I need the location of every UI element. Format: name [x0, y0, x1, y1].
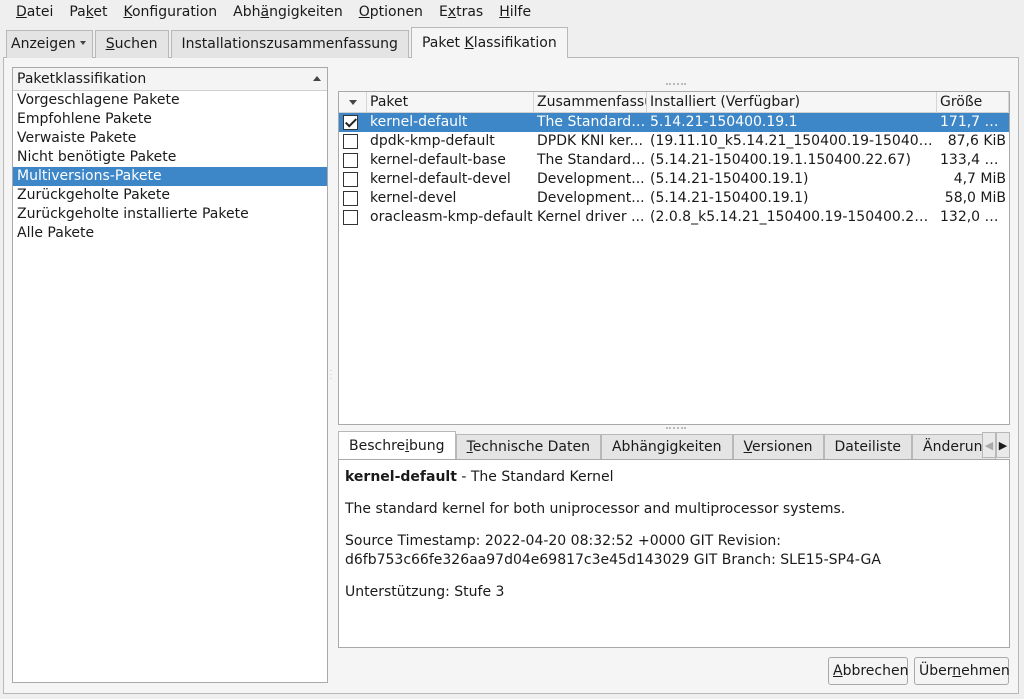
- classification-header[interactable]: Paketklassifikation: [13, 68, 327, 91]
- column-header-groesse[interactable]: Größe: [937, 92, 1009, 113]
- menu-datei[interactable]: Datei: [8, 0, 61, 24]
- cancel-button[interactable]: Abbrechen: [828, 657, 908, 685]
- detail-support: Unterstützung: Stufe 3: [345, 584, 505, 600]
- package-size: 171,7 MiB: [940, 114, 1009, 130]
- detail-source-line2: d6fb753c66fe326aa97d04e69817c3e45d143029…: [345, 552, 881, 568]
- package-table[interactable]: Paket Zusammenfassu Installiert (Verfügb…: [338, 91, 1010, 425]
- sort-descending-icon: [349, 99, 357, 105]
- package-size: 87,6 KiB: [947, 133, 1006, 149]
- detail-package-name: kernel-default: [345, 469, 457, 485]
- package-summary: DPDK KNI ker...: [537, 133, 643, 149]
- package-version: (5.14.21-150400.19.1): [650, 190, 809, 206]
- package-size: 133,4 MiB: [940, 152, 1009, 168]
- package-name: kernel-default-base: [370, 152, 506, 168]
- menu-abhaengigkeiten[interactable]: Abhängigkeiten: [225, 0, 351, 24]
- detail-tab-bar: Beschreibung Technische Daten Abhängigke…: [338, 431, 1010, 460]
- tab-installationszusammenfassung[interactable]: Installationszusammenfassung: [170, 30, 409, 58]
- package-size: 58,0 MiB: [944, 190, 1006, 206]
- package-version: 5.14.21-150400.19.1: [650, 114, 798, 130]
- menu-hilfe[interactable]: Hilfe: [491, 0, 539, 24]
- table-row[interactable]: kernel-default-devel Development... (5.1…: [339, 170, 1009, 189]
- package-version: (5.14.21-150400.19.1): [650, 171, 809, 187]
- tab-abhaengigkeiten[interactable]: Abhängigkeiten: [600, 434, 733, 460]
- horizontal-splitter-handle[interactable]: [666, 427, 686, 430]
- classification-item-empfohlene[interactable]: Empfohlene Pakete: [13, 110, 327, 129]
- column-header-installiert[interactable]: Installiert (Verfügbar): [647, 92, 937, 113]
- package-table-header: Paket Zusammenfassu Installiert (Verfügb…: [339, 92, 1009, 113]
- tab-scroll-buttons: ◀ ▶: [982, 432, 1010, 458]
- package-summary: The Standard ...: [537, 152, 647, 168]
- classification-item-vorgeschlagene[interactable]: Vorgeschlagene Pakete: [13, 91, 327, 110]
- classification-item-nicht-benoetigte[interactable]: Nicht benötigte Pakete: [13, 148, 327, 167]
- package-name: dpdk-kmp-default: [370, 133, 495, 149]
- vertical-splitter-handle[interactable]: · · ·: [330, 369, 334, 384]
- classification-list[interactable]: Paketklassifikation Vorgeschlagene Paket…: [12, 67, 328, 683]
- classification-item-verwaiste[interactable]: Verwaiste Pakete: [13, 129, 327, 148]
- tab-suchen[interactable]: Suchen: [94, 30, 169, 58]
- table-row[interactable]: kernel-devel Development... (5.14.21-150…: [339, 189, 1009, 208]
- classification-item-zurueckgeholte-installierte[interactable]: Zurückgeholte installierte Pakete: [13, 205, 327, 224]
- tab-paket-klassifikation[interactable]: Paket Klassifikation: [410, 27, 568, 58]
- classification-item-multiversions[interactable]: Multiversions-Pakete: [13, 167, 327, 186]
- detail-source-line1: Source Timestamp: 2022-04-20 08:32:52 +0…: [345, 533, 782, 549]
- package-checkbox[interactable]: [343, 191, 358, 206]
- tab-scroll-left-icon[interactable]: ◀: [982, 432, 996, 458]
- menu-paket[interactable]: Paket: [61, 0, 115, 24]
- status-column-header[interactable]: [339, 92, 367, 113]
- detail-description: The standard kernel for both uniprocesso…: [345, 501, 846, 517]
- menu-extras[interactable]: Extras: [431, 0, 491, 24]
- menubar: Datei Paket Konfiguration Abhängigkeiten…: [0, 0, 1024, 24]
- package-summary: Development...: [537, 190, 645, 206]
- package-checkbox[interactable]: [343, 153, 358, 168]
- top-tab-bar: Anzeigen Suchen Installationszusammenfas…: [6, 27, 570, 58]
- package-summary: Development...: [537, 171, 645, 187]
- package-name: kernel-default-devel: [370, 171, 511, 187]
- package-checkbox[interactable]: [343, 172, 358, 187]
- package-size: 132,0 KiB: [940, 209, 1008, 225]
- table-row[interactable]: kernel-default The Standard ... 5.14.21-…: [339, 113, 1009, 132]
- column-header-zusammenfassung[interactable]: Zusammenfassu: [534, 92, 647, 113]
- tab-scroll-right-icon[interactable]: ▶: [996, 432, 1010, 458]
- column-header-paket[interactable]: Paket: [367, 92, 534, 113]
- classification-item-zurueckgeholte[interactable]: Zurückgeholte Pakete: [13, 186, 327, 205]
- dropdown-arrow-icon: [79, 41, 86, 45]
- package-summary: Kernel driver ...: [537, 209, 645, 225]
- tab-beschreibung[interactable]: Beschreibung: [338, 431, 456, 460]
- table-row[interactable]: dpdk-kmp-default DPDK KNI ker... (19.11.…: [339, 132, 1009, 151]
- package-name: kernel-devel: [370, 190, 457, 206]
- tab-versionen[interactable]: Versionen: [732, 434, 824, 460]
- sort-ascending-icon: [313, 76, 321, 81]
- menu-konfiguration[interactable]: Konfiguration: [115, 0, 225, 24]
- package-version: (19.11.10_k5.14.21_150400.19-150400.1...…: [650, 133, 937, 149]
- table-row[interactable]: kernel-default-base The Standard ... (5.…: [339, 151, 1009, 170]
- package-summary: The Standard ...: [537, 114, 647, 130]
- package-size: 4,7 MiB: [953, 171, 1006, 187]
- package-version: (5.14.21-150400.19.1.150400.22.67): [650, 152, 911, 168]
- package-checkbox[interactable]: [343, 210, 358, 225]
- package-checkbox[interactable]: [343, 115, 358, 130]
- detail-summary: - The Standard Kernel: [456, 469, 614, 485]
- package-checkbox[interactable]: [343, 134, 358, 149]
- tab-dateiliste[interactable]: Dateiliste: [823, 434, 913, 460]
- anzeigen-dropdown[interactable]: Anzeigen: [6, 30, 93, 58]
- table-row[interactable]: oracleasm-kmp-default Kernel driver ... …: [339, 208, 1009, 227]
- menu-optionen[interactable]: Optionen: [351, 0, 431, 24]
- tab-technische-daten[interactable]: Technische Daten: [455, 434, 601, 460]
- description-pane: kernel-default - The Standard Kernel The…: [338, 459, 1010, 648]
- apply-button[interactable]: Übernehmen: [914, 657, 1010, 685]
- top-splitter-handle[interactable]: [666, 83, 686, 86]
- package-name: kernel-default: [370, 114, 468, 130]
- classification-item-alle[interactable]: Alle Pakete: [13, 224, 327, 243]
- package-version: (2.0.8_k5.14.21_150400.19-150400.23.68): [650, 209, 937, 225]
- package-name: oracleasm-kmp-default: [370, 209, 533, 225]
